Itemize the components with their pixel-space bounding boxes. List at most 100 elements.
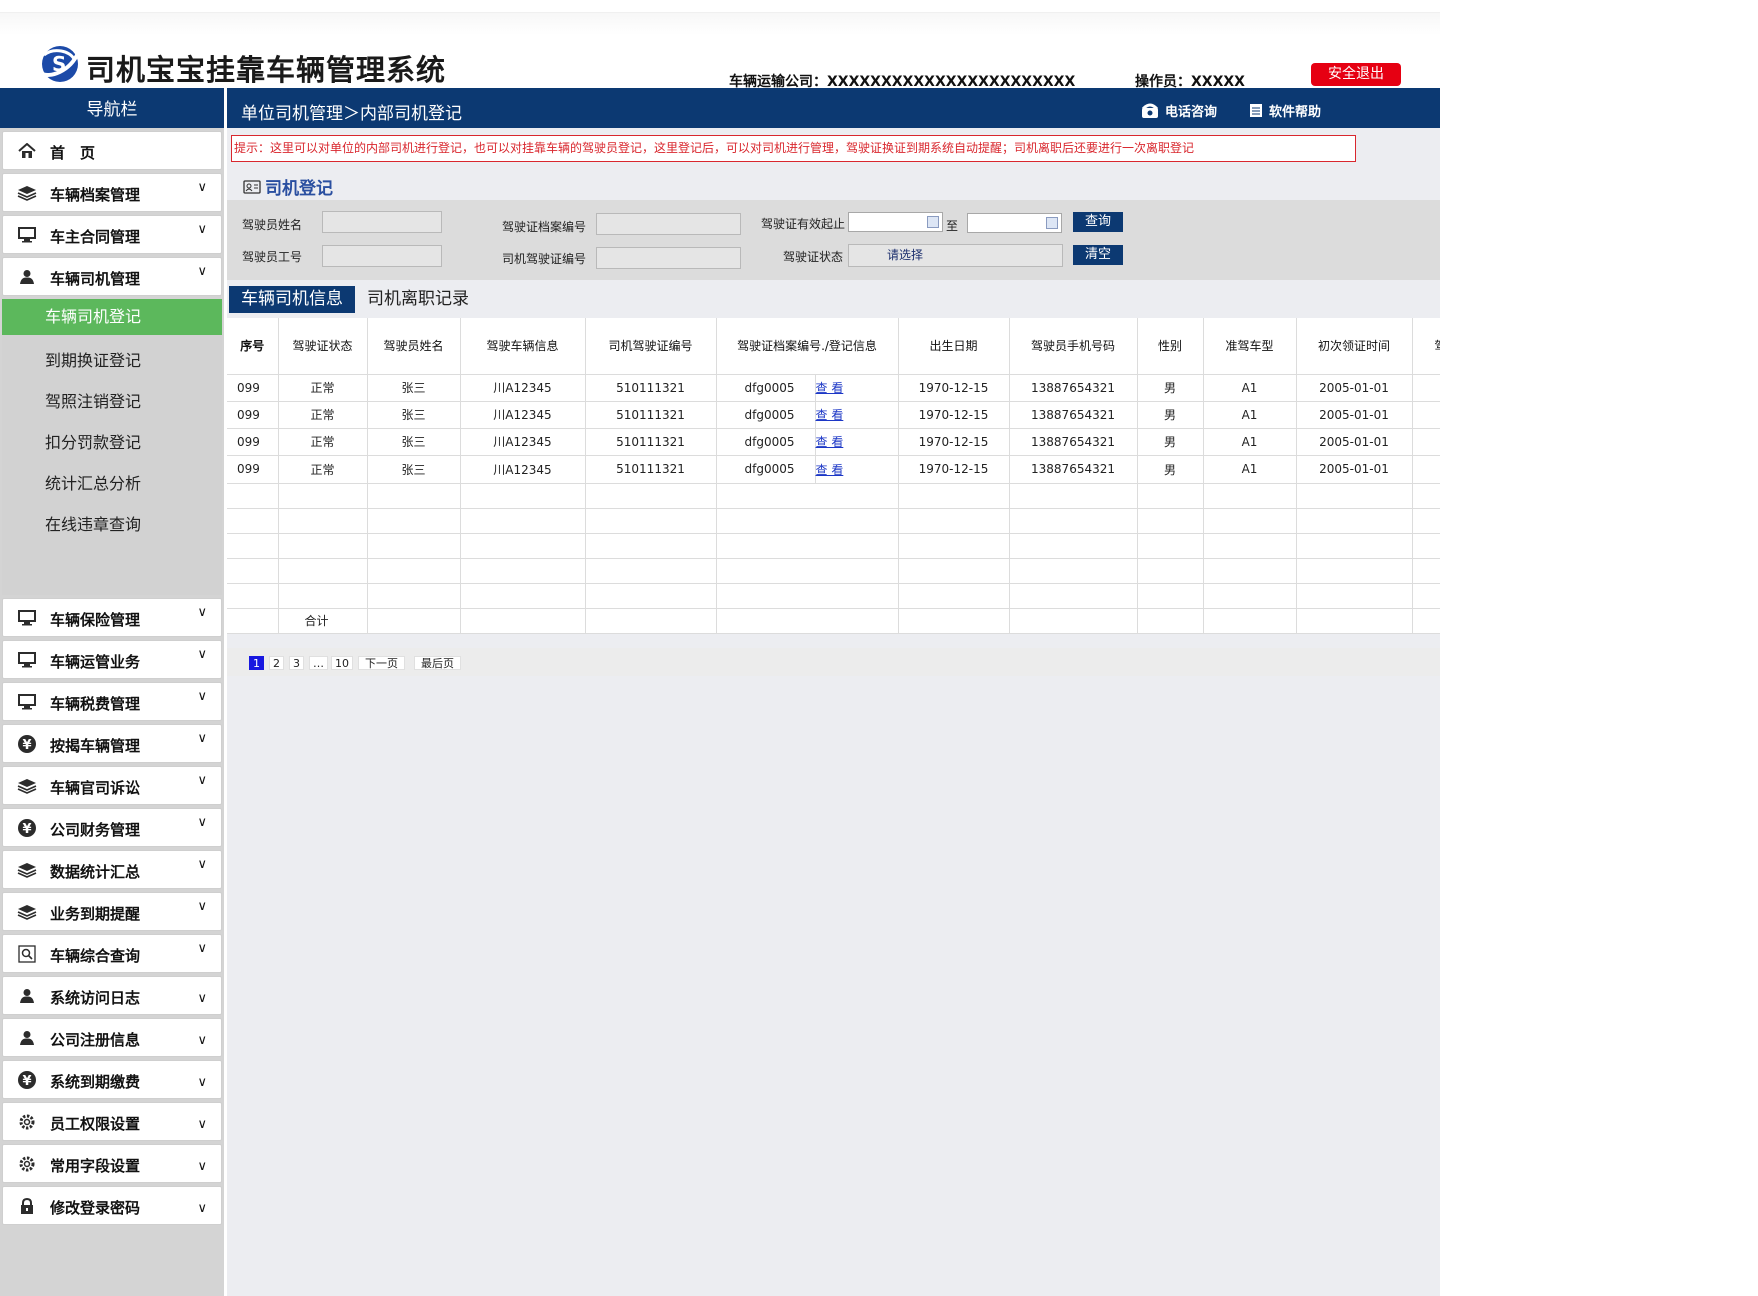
column-header: 序号 — [227, 318, 279, 375]
id-card-icon — [243, 179, 261, 194]
view-link[interactable]: 查 看 — [815, 455, 899, 484]
sidebar-item-bottom-3[interactable]: ¥ 按揭车辆管理 ∨ — [2, 724, 222, 763]
table-cell: 099 — [227, 428, 279, 456]
chevron-down-icon[interactable]: ∨ — [197, 647, 207, 662]
license-no-input[interactable] — [596, 247, 741, 269]
sidebar-item-bottom-7[interactable]: 业务到期提醒 ∨ — [2, 892, 222, 931]
page-button-1[interactable]: 1 — [249, 656, 264, 670]
chevron-down-icon[interactable]: ∨ — [197, 222, 207, 237]
status-select[interactable]: 请选择 — [848, 244, 1063, 267]
calendar-icon[interactable] — [927, 216, 939, 228]
driver-no-input[interactable] — [322, 245, 442, 267]
chevron-down-icon[interactable]: ∨ — [197, 815, 207, 830]
sidebar-item-bottom-5[interactable]: ¥ 公司财务管理 ∨ — [2, 808, 222, 847]
sidebar-item-label: 系统访问日志 — [50, 989, 141, 1007]
monitor-icon — [17, 226, 37, 244]
sidebar-item-bottom-14[interactable]: 修改登录密码 ∨ — [2, 1186, 222, 1225]
clear-button[interactable]: 清空 — [1073, 245, 1123, 265]
sidebar-item-bottom-2[interactable]: 车辆税费管理 ∨ — [2, 682, 222, 721]
table-cell — [460, 558, 586, 584]
table-cell: 099 — [227, 374, 279, 402]
table-cell: 男 — [1137, 455, 1204, 484]
document-icon — [1250, 104, 1262, 117]
query-button[interactable]: 查询 — [1073, 212, 1123, 232]
table-cell — [585, 558, 717, 584]
chevron-down-icon[interactable]: ∨ — [197, 180, 207, 195]
phone-consult-link[interactable]: 电话咨询 — [1141, 101, 1217, 120]
chevron-down-icon[interactable]: ∨ — [197, 731, 207, 746]
view-link[interactable]: 查 看 — [815, 428, 899, 456]
page-button-3[interactable]: 3 — [289, 656, 304, 670]
chevron-down-icon[interactable]: ∨ — [197, 857, 207, 872]
table-cell — [367, 508, 461, 534]
sidebar-item-top-0[interactable]: 首 页 — [2, 131, 222, 170]
table-cell: 正常 — [278, 455, 368, 484]
submenu-item-5[interactable]: 在线违章查询 — [2, 504, 222, 545]
gear-icon — [17, 1155, 37, 1173]
sidebar-item-top-2[interactable]: 车主合同管理 ∨ — [2, 215, 222, 254]
sidebar-item-bottom-8[interactable]: 车辆综合查询 ∨ — [2, 934, 222, 973]
page-button-2[interactable]: 2 — [269, 656, 284, 670]
logout-button[interactable]: 安全退出 — [1311, 63, 1401, 86]
chevron-down-icon[interactable]: ∨ — [197, 899, 207, 914]
table-cell — [278, 533, 368, 559]
submenu-item-0[interactable]: 车辆司机登记 — [2, 299, 222, 335]
chevron-down-icon[interactable]: ∨ — [197, 1075, 207, 1090]
column-header: 司机驾驶证编号 — [585, 318, 717, 375]
submenu-item-2[interactable]: 驾照注销登记 — [2, 381, 222, 422]
page-button-10[interactable]: 10 — [331, 656, 353, 670]
chevron-down-icon[interactable]: ∨ — [197, 1159, 207, 1174]
monitor-icon — [17, 609, 37, 627]
table-cell — [1203, 608, 1297, 634]
tab-driver-info[interactable]: 车辆司机信息 — [229, 286, 355, 313]
column-header: 驾驶证档案编号./登记信息 — [716, 318, 899, 375]
sidebar-item-bottom-13[interactable]: 常用字段设置 ∨ — [2, 1144, 222, 1183]
table-cell — [898, 533, 1010, 559]
chevron-down-icon[interactable]: ∨ — [197, 1033, 207, 1048]
view-link[interactable]: 查 看 — [815, 374, 899, 402]
view-link[interactable]: 查 看 — [815, 401, 899, 429]
valid-end-date-input[interactable] — [967, 213, 1062, 233]
chevron-down-icon[interactable]: ∨ — [197, 1201, 207, 1216]
sidebar-submenu: 车辆司机登记到期换证登记 驾照注销登记 扣分罚款登记 统计汇总分析 在线违章查询 — [2, 299, 222, 595]
logo-icon: S — [38, 46, 80, 82]
calendar-icon[interactable] — [1046, 217, 1058, 229]
sidebar-item-top-3[interactable]: 车辆司机管理 ∨ — [2, 257, 222, 296]
sidebar-item-bottom-4[interactable]: 车辆官司诉讼 ∨ — [2, 766, 222, 805]
table-cell: 正常 — [278, 428, 368, 456]
monitor-icon — [17, 693, 37, 711]
table-cell — [227, 583, 279, 609]
valid-start-date-input[interactable] — [848, 212, 943, 232]
table-cell — [898, 483, 1010, 509]
chevron-down-icon[interactable]: ∨ — [197, 941, 207, 956]
sidebar-item-bottom-6[interactable]: 数据统计汇总 ∨ — [2, 850, 222, 889]
sidebar-item-bottom-0[interactable]: 车辆保险管理 ∨ — [2, 598, 222, 637]
sidebar-item-bottom-9[interactable]: 系统访问日志 ∨ — [2, 976, 222, 1015]
chevron-down-icon[interactable]: ∨ — [197, 773, 207, 788]
table-cell — [1137, 533, 1204, 559]
sidebar-item-label: 常用字段设置 — [50, 1157, 141, 1175]
sidebar-item-bottom-11[interactable]: ¥ 系统到期缴费 ∨ — [2, 1060, 222, 1099]
software-help-link[interactable]: 软件帮助 — [1249, 101, 1321, 120]
sidebar-item-label: 员工权限设置 — [50, 1115, 141, 1133]
sidebar-item-bottom-10[interactable]: 公司注册信息 ∨ — [2, 1018, 222, 1057]
sidebar-item-top-1[interactable]: 车辆档案管理 ∨ — [2, 173, 222, 212]
chevron-down-icon[interactable]: ∨ — [197, 991, 207, 1006]
table-cell — [1137, 583, 1204, 609]
next-page-button[interactable]: 下一页 — [358, 656, 405, 670]
driver-name-input[interactable] — [322, 211, 442, 233]
chevron-down-icon[interactable]: ∨ — [197, 264, 207, 279]
sidebar-item-bottom-12[interactable]: 员工权限设置 ∨ — [2, 1102, 222, 1141]
chevron-down-icon[interactable]: ∨ — [197, 1117, 207, 1132]
sidebar-item-bottom-1[interactable]: 车辆运管业务 ∨ — [2, 640, 222, 679]
archive-no-input[interactable] — [596, 213, 741, 235]
chevron-down-icon[interactable]: ∨ — [197, 689, 207, 704]
table-cell — [1296, 558, 1413, 584]
chevron-down-icon[interactable]: ∨ — [197, 605, 207, 620]
last-page-button[interactable]: 最后页 — [414, 656, 461, 670]
table-cell — [278, 483, 368, 509]
tab-resignation-record[interactable]: 司机离职记录 — [367, 286, 469, 313]
submenu-item-1[interactable]: 到期换证登记 — [2, 340, 222, 381]
submenu-item-4[interactable]: 统计汇总分析 — [2, 463, 222, 504]
submenu-item-3[interactable]: 扣分罚款登记 — [2, 422, 222, 463]
